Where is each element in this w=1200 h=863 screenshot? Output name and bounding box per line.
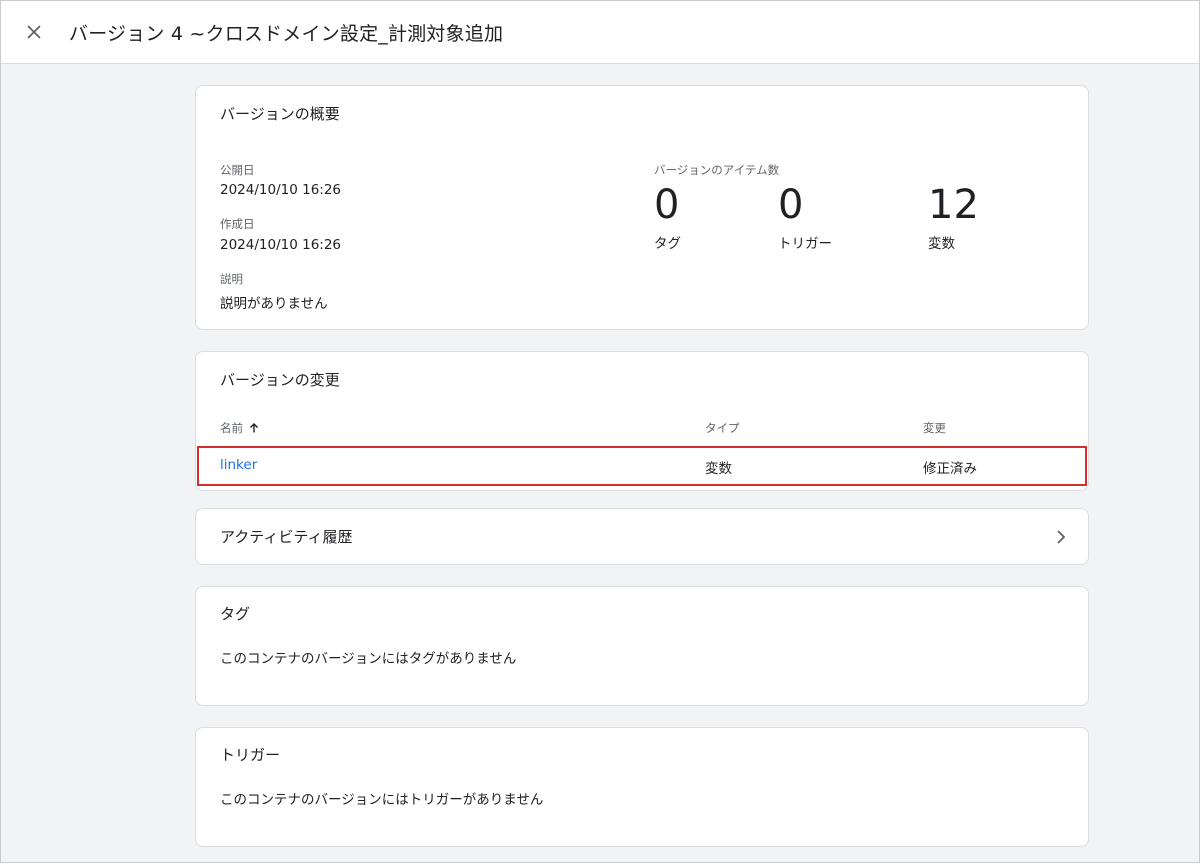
version-changes-card: バージョンの変更 名前 タイプ 変更 linker 変数 修正済み <box>195 351 1089 491</box>
tags-card: タグ このコンテナのバージョンにはタグがありません <box>195 586 1089 706</box>
top-bar: バージョン 4 ~クロスドメイン設定_計測対象追加 <box>1 1 1199 64</box>
column-header-type: タイプ <box>705 421 740 435</box>
arrow-up-icon <box>250 423 258 433</box>
tag-count: 0 タグ <box>654 182 681 252</box>
page-title: バージョン 4 ~クロスドメイン設定_計測対象追加 <box>69 22 504 45</box>
version-overview-card: バージョンの概要 公開日 2024/10/10 16:26 作成日 2024/1… <box>195 85 1089 330</box>
overview-title: バージョンの概要 <box>220 105 340 123</box>
trigger-count-label: トリガー <box>778 236 832 252</box>
chevron-right-icon <box>1057 530 1066 544</box>
variable-count-value: 12 <box>928 182 979 228</box>
published-label: 公開日 <box>220 163 255 177</box>
created-label: 作成日 <box>220 217 255 231</box>
column-header-name[interactable]: 名前 <box>220 420 260 436</box>
close-icon <box>27 25 41 39</box>
activity-history-card[interactable]: アクティビティ履歴 <box>195 508 1089 565</box>
trigger-count-value: 0 <box>778 182 804 228</box>
description-label: 説明 <box>220 272 243 286</box>
created-value: 2024/10/10 16:26 <box>220 237 342 253</box>
activity-title: アクティビティ履歴 <box>220 528 353 546</box>
change-row-name-link[interactable]: linker <box>220 457 257 473</box>
column-header-name-label: 名前 <box>220 421 243 435</box>
trigger-count: 0 トリガー <box>778 182 832 252</box>
description-value: 説明がありません <box>220 296 328 312</box>
variable-count: 12 変数 <box>928 182 979 252</box>
variable-count-label: 変数 <box>928 236 955 252</box>
tags-title: タグ <box>220 605 251 623</box>
close-button[interactable] <box>21 19 47 45</box>
triggers-title: トリガー <box>220 746 281 764</box>
change-row-type: 変数 <box>705 461 732 477</box>
changes-title: バージョンの変更 <box>220 371 340 389</box>
published-value: 2024/10/10 16:26 <box>220 182 342 198</box>
column-header-change: 変更 <box>923 421 946 435</box>
app-window: バージョン 4 ~クロスドメイン設定_計測対象追加 バージョンの概要 公開日 2… <box>0 0 1200 863</box>
tag-count-value: 0 <box>654 182 680 228</box>
tags-empty-message: このコンテナのバージョンにはタグがありません <box>220 651 517 667</box>
triggers-empty-message: このコンテナのバージョンにはトリガーがありません <box>220 792 544 808</box>
item-count-label: バージョンのアイテム数 <box>654 163 780 177</box>
change-row-change: 修正済み <box>923 461 977 477</box>
triggers-card: トリガー このコンテナのバージョンにはトリガーがありません <box>195 727 1089 847</box>
tag-count-label: タグ <box>654 236 681 252</box>
